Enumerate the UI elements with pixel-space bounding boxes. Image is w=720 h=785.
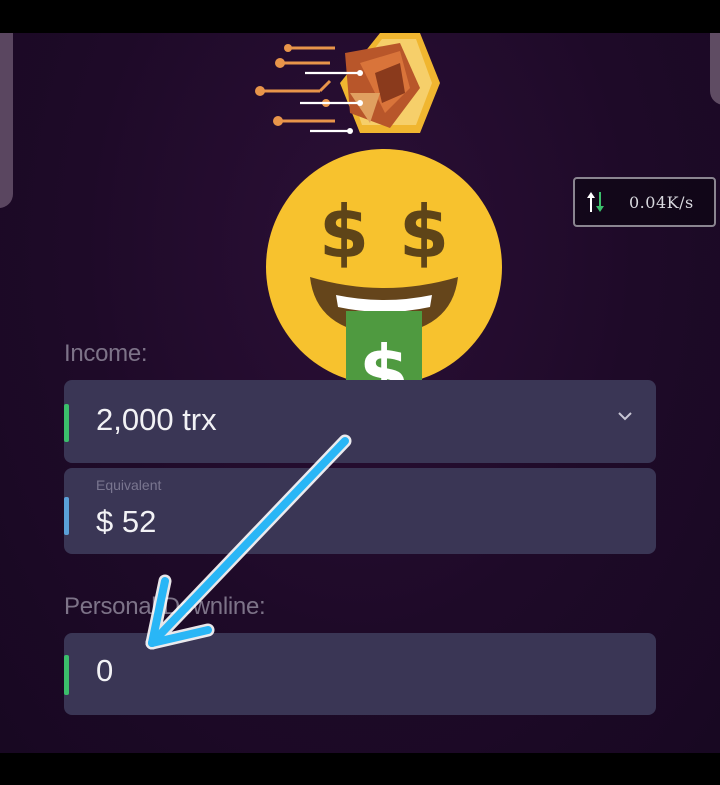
downline-accent-bar bbox=[64, 655, 69, 695]
network-speed-value: 0.04K/s bbox=[629, 192, 694, 212]
income-accent-bar bbox=[64, 404, 69, 442]
downline-value: 0 bbox=[96, 653, 114, 688]
downline-input[interactable]: 0 bbox=[64, 633, 656, 715]
right-overlay-panel bbox=[710, 33, 720, 105]
income-value: 2,000 trx bbox=[96, 402, 217, 437]
equivalent-field: Equivalent $ 52 bbox=[64, 468, 656, 554]
network-speed-icon bbox=[585, 190, 607, 214]
equivalent-accent-bar bbox=[64, 497, 69, 535]
money-mouth-emoji-icon: $ $ $ bbox=[266, 149, 502, 389]
downline-label: Personal Downline: bbox=[64, 593, 266, 620]
income-label: Income: bbox=[64, 340, 148, 367]
equivalent-label: Equivalent bbox=[96, 477, 162, 493]
svg-text:$: $ bbox=[399, 190, 449, 274]
chevron-down-icon[interactable] bbox=[616, 410, 634, 422]
income-select[interactable]: 2,000 trx bbox=[64, 380, 656, 463]
equivalent-value: $ 52 bbox=[96, 504, 157, 539]
network-speed-indicator: 0.04K/s bbox=[573, 177, 716, 227]
left-overlay-panel bbox=[0, 33, 13, 208]
app-screen: $ $ $ 0.04K/s Income: 2,000 trx Equivale… bbox=[0, 33, 720, 753]
logo-hex-lion-icon bbox=[255, 33, 440, 134]
svg-text:$: $ bbox=[319, 190, 369, 274]
